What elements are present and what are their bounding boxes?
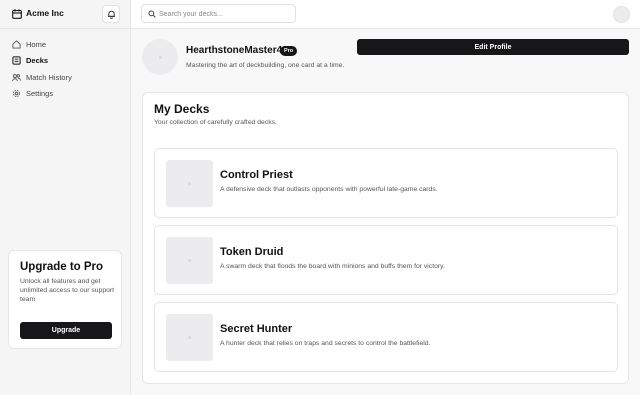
edit-profile-button[interactable]: Edit Profile <box>357 39 629 55</box>
brand-header: Acme Inc <box>0 0 131 29</box>
search-icon <box>148 10 156 18</box>
sidebar: Acme Inc Home Decks Match History Settin… <box>0 0 131 395</box>
brand-name: Acme Inc <box>26 8 64 18</box>
deck-card-secret-hunter[interactable]: Secret Hunter A hunter deck that relies … <box>154 302 618 372</box>
deck-image <box>166 160 213 207</box>
user-avatar[interactable] <box>613 6 630 23</box>
search-input[interactable] <box>159 7 291 21</box>
upgrade-button[interactable]: Upgrade <box>20 322 112 339</box>
sidebar-item-label: Decks <box>26 55 49 65</box>
history-icon <box>12 73 21 81</box>
deck-name: Secret Hunter <box>220 323 293 335</box>
upgrade-card: Upgrade to Pro Unlock all features and g… <box>8 250 122 349</box>
sidebar-item-label: Home <box>26 39 47 49</box>
brand-logo-icon <box>12 9 22 19</box>
decks-subtitle: Your collection of carefully crafted dec… <box>154 119 277 126</box>
deck-description: A hunter deck that relies on traps and s… <box>220 340 431 347</box>
gear-icon <box>12 89 21 97</box>
deck-name: Control Priest <box>220 169 293 181</box>
decks-icon <box>12 55 21 65</box>
decks-title: My Decks <box>154 102 210 116</box>
search-box[interactable] <box>141 4 296 23</box>
sidebar-item-decks[interactable]: Decks <box>12 54 48 66</box>
notifications-button[interactable] <box>102 5 120 23</box>
upgrade-description: Unlock all features and get unlimited ac… <box>20 278 115 303</box>
sidebar-item-label: Settings <box>26 88 54 98</box>
deck-name: Token Druid <box>220 246 284 258</box>
decks-panel: My Decks Your collection of carefully cr… <box>142 92 629 384</box>
profile-username: HearthstoneMaster42 <box>186 45 288 56</box>
sidebar-item-label: Match History <box>26 72 72 82</box>
sidebar-item-settings[interactable]: Settings <box>12 87 53 99</box>
deck-card-token-druid[interactable]: Token Druid A swarm deck that floods the… <box>154 225 618 295</box>
deck-image <box>166 237 213 284</box>
deck-image <box>166 314 213 361</box>
pro-badge: Pro <box>280 46 298 56</box>
profile-bio: Mastering the art of deckbuilding, one c… <box>186 62 345 69</box>
profile-avatar <box>142 39 178 75</box>
home-icon <box>12 39 21 49</box>
sidebar-item-match-history[interactable]: Match History <box>12 71 72 83</box>
deck-card-control-priest[interactable]: Control Priest A defensive deck that out… <box>154 148 618 218</box>
deck-description: A defensive deck that outlasts opponents… <box>220 186 438 193</box>
top-bar <box>131 0 640 29</box>
deck-description: A swarm deck that floods the board with … <box>220 263 445 270</box>
upgrade-title: Upgrade to Pro <box>20 261 104 273</box>
sidebar-item-home[interactable]: Home <box>12 38 46 50</box>
main-content: HearthstoneMaster42 Pro Mastering the ar… <box>131 29 640 395</box>
bell-icon <box>108 10 115 19</box>
